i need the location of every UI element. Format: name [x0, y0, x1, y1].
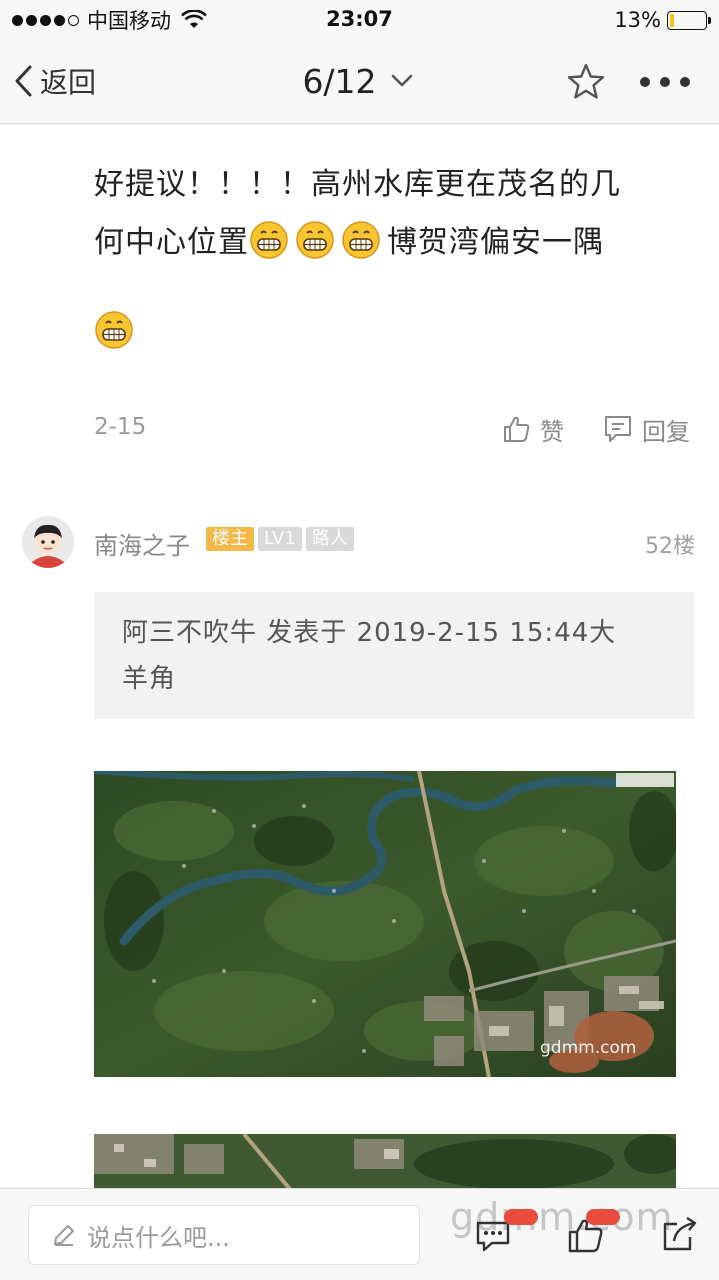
user-badges: 楼主 LV1 路人: [206, 527, 354, 551]
chevron-down-icon: [391, 74, 412, 87]
navigation-bar: 返回 6/12: [0, 40, 719, 124]
satellite-map-graphic-2: [94, 1134, 676, 1188]
quote-line2: 羊角: [122, 664, 177, 694]
post-text-line1: 好提议！！！！高州水库更在茂名的几: [94, 167, 621, 202]
battery-percent: 13%: [614, 8, 661, 32]
thumbs-up-icon: [504, 416, 530, 442]
more-options-icon[interactable]: [640, 62, 690, 102]
post-date: 2-15: [94, 414, 147, 440]
role-badge: 路人: [305, 527, 354, 551]
like-button[interactable]: 赞: [502, 412, 564, 446]
bottom-action-bar: 说点什么吧... gdmm.com: [0, 1188, 719, 1280]
page-indicator: 6/12: [302, 61, 377, 101]
comment-icon: [605, 416, 631, 442]
post-emoji-line: [94, 310, 140, 350]
like-label: 赞: [540, 417, 564, 446]
quoted-post: 阿三不吹牛 发表于 2019-2-15 15:44大 羊角: [94, 592, 694, 719]
status-time: 23:07: [326, 7, 393, 31]
grin-emoji-icon: [250, 221, 288, 259]
map-watermark: gdmm.com: [540, 1038, 636, 1058]
grin-emoji-icon: [95, 311, 133, 349]
post-text-line2-tail: 博贺湾偏安一隅: [387, 225, 604, 260]
post-body: 好提议！！！！高州水库更在茂名的几 何中心位置 博贺湾偏安一隅: [94, 156, 694, 272]
quote-line1: 阿三不吹牛 发表于 2019-2-15 15:44大: [122, 618, 617, 648]
satellite-map-image[interactable]: gdmm.com: [94, 771, 676, 1077]
level-badge: LV1: [258, 527, 302, 551]
pencil-icon: [54, 1225, 74, 1246]
user-avatar-icon: [22, 516, 74, 568]
battery-icon: [667, 10, 711, 30]
likes-count-badge: [586, 1209, 620, 1225]
reply-label: 回复: [642, 417, 690, 446]
grin-emoji-icon: [342, 221, 380, 259]
reply-header: 南海之子 楼主 LV1 路人 52楼: [0, 514, 719, 574]
reply-button[interactable]: 回复: [602, 412, 690, 446]
username[interactable]: 南海之子: [94, 526, 190, 561]
battery-level: [670, 13, 675, 27]
grin-emoji-icon: [296, 221, 334, 259]
page-selector[interactable]: 6/12: [0, 60, 719, 102]
satellite-map-image-2[interactable]: [94, 1134, 676, 1188]
host-badge: 楼主: [206, 527, 254, 551]
avatar[interactable]: [22, 516, 74, 568]
share-icon[interactable]: [660, 1215, 700, 1255]
status-right: 13%: [614, 8, 711, 32]
comment-placeholder: 说点什么吧...: [87, 1223, 230, 1252]
thread-content[interactable]: 好提议！！！！高州水库更在茂名的几 何中心位置 博贺湾偏安一隅 2-15 赞 回复: [0, 124, 719, 1188]
post-text-line2: 何中心位置: [94, 225, 249, 260]
satellite-map-graphic: gdmm.com: [94, 771, 676, 1077]
favorite-star-icon[interactable]: [566, 62, 606, 102]
comment-input[interactable]: 说点什么吧...: [28, 1205, 420, 1265]
comments-count-badge: [504, 1209, 538, 1225]
floor-number: 52楼: [645, 534, 695, 559]
status-bar: 中国移动 23:07 13%: [0, 0, 719, 40]
